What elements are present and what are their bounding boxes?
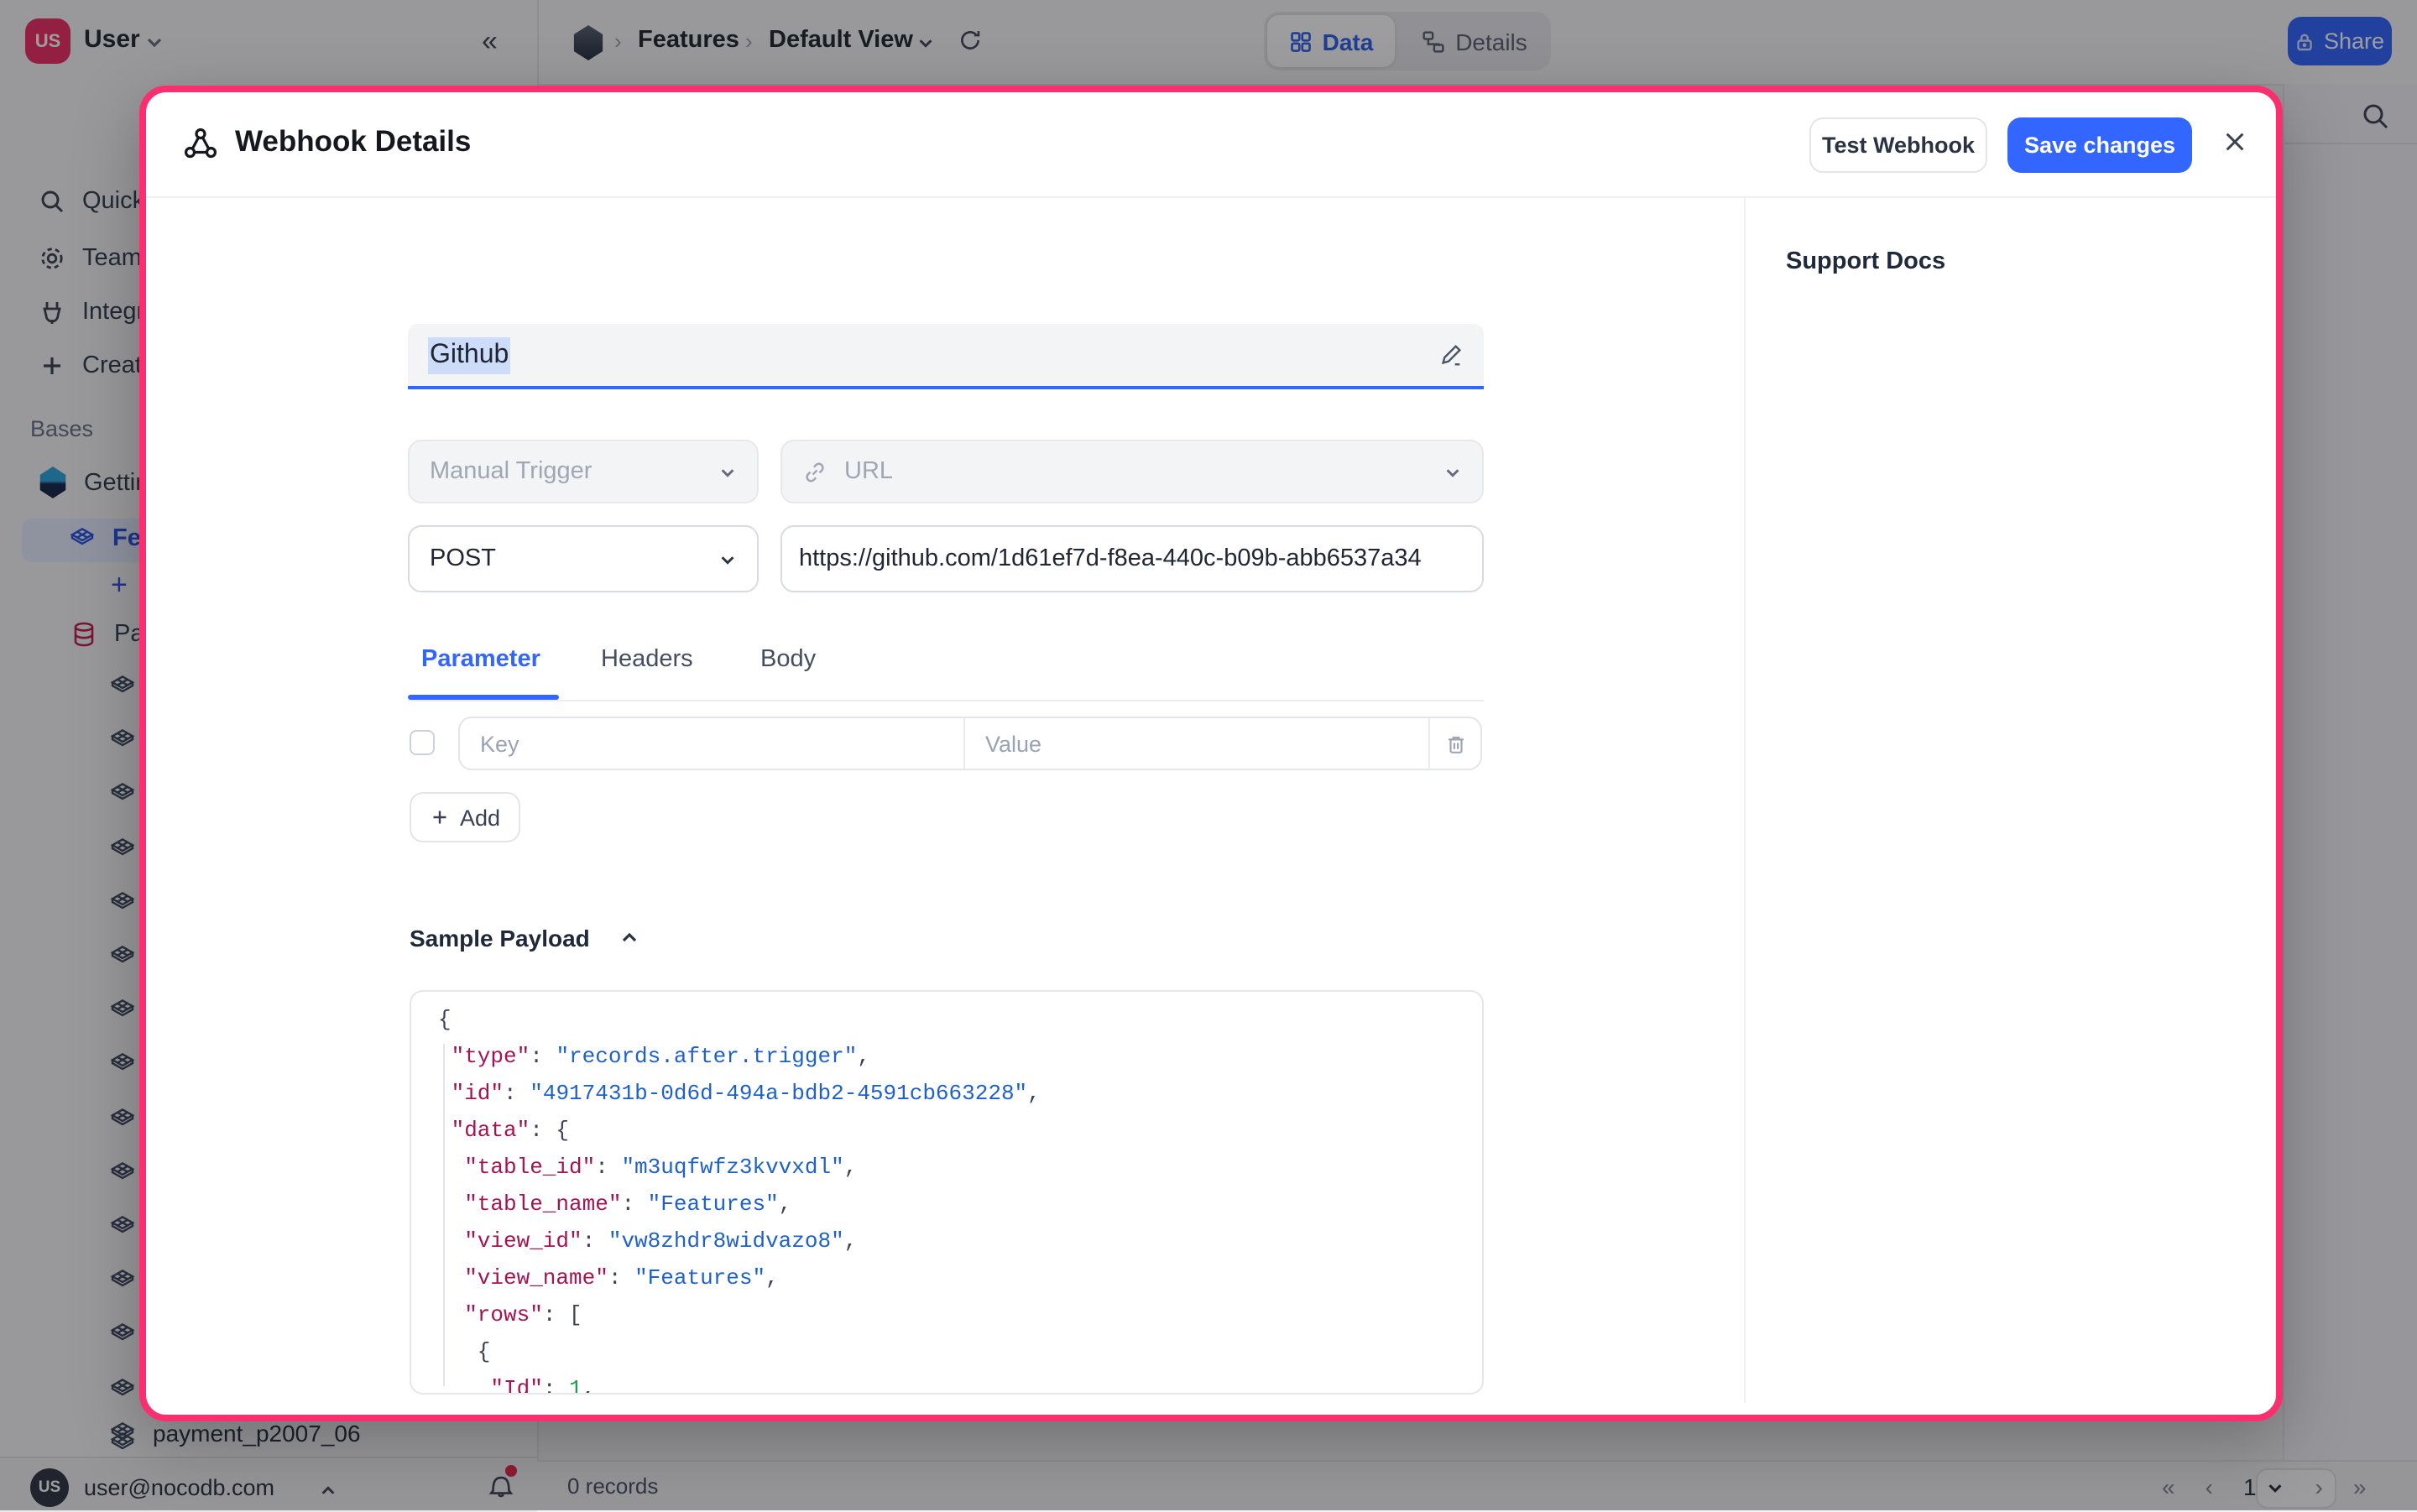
delete-param-button[interactable] <box>1430 718 1480 769</box>
sample-payload-code[interactable]: {"type": "records.after.trigger","id": "… <box>410 990 1484 1395</box>
close-icon[interactable] <box>2222 129 2247 154</box>
webhook-details-modal: Webhook Details Test Webhook Save change… <box>139 86 2283 1421</box>
plus-icon <box>430 807 450 827</box>
param-value-input[interactable]: Value <box>965 718 1428 769</box>
webhook-name-input[interactable]: Github <box>408 324 1484 389</box>
webhook-icon <box>181 124 220 163</box>
method-select[interactable]: POST <box>408 525 759 592</box>
collapse-chevron-up-icon[interactable] <box>620 928 640 948</box>
test-webhook-button[interactable]: Test Webhook <box>1809 117 1987 173</box>
param-row-checkbox[interactable] <box>410 730 435 755</box>
tab-body[interactable]: Body <box>760 646 816 673</box>
chevron-down-icon <box>718 550 737 568</box>
save-changes-button[interactable]: Save changes <box>2007 117 2192 173</box>
sample-payload-header[interactable]: Sample Payload <box>410 925 640 952</box>
trigger-select[interactable]: Manual Trigger <box>408 440 759 503</box>
chevron-down-icon <box>1443 462 1462 481</box>
sample-payload-label: Sample Payload <box>410 925 590 952</box>
trash-icon <box>1444 733 1466 754</box>
chevron-down-icon <box>718 462 737 481</box>
modal-title: Webhook Details <box>235 124 471 159</box>
add-param-button[interactable]: Add <box>410 792 520 842</box>
screen: US User « › Features › Default View Data… <box>0 0 2417 1510</box>
modal-header: Webhook Details Test Webhook Save change… <box>146 92 2276 198</box>
modal-body: Github Manual Trigger URL <box>146 196 1744 1403</box>
tab-parameter[interactable]: Parameter <box>421 646 540 673</box>
support-docs-panel: Support Docs Getting started Create webh… <box>1744 196 2271 1403</box>
url-input[interactable]: https://github.com/1d61ef7d-f8ea-440c-b0… <box>780 525 1484 592</box>
param-key-input[interactable]: Key <box>460 718 963 769</box>
json-payload: {"type": "records.after.trigger","id": "… <box>438 1002 1475 1395</box>
request-tabs: Parameter Headers Body <box>408 639 1484 701</box>
channel-select[interactable]: URL <box>780 440 1484 503</box>
param-row: Key Value <box>458 717 1482 770</box>
edit-pencil-icon[interactable] <box>1438 342 1464 368</box>
tab-headers[interactable]: Headers <box>601 646 693 673</box>
active-tab-underline <box>408 695 559 700</box>
webhook-name-value: Github <box>428 336 510 373</box>
support-docs-title: Support Docs <box>1786 248 1945 275</box>
link-icon <box>802 459 827 484</box>
